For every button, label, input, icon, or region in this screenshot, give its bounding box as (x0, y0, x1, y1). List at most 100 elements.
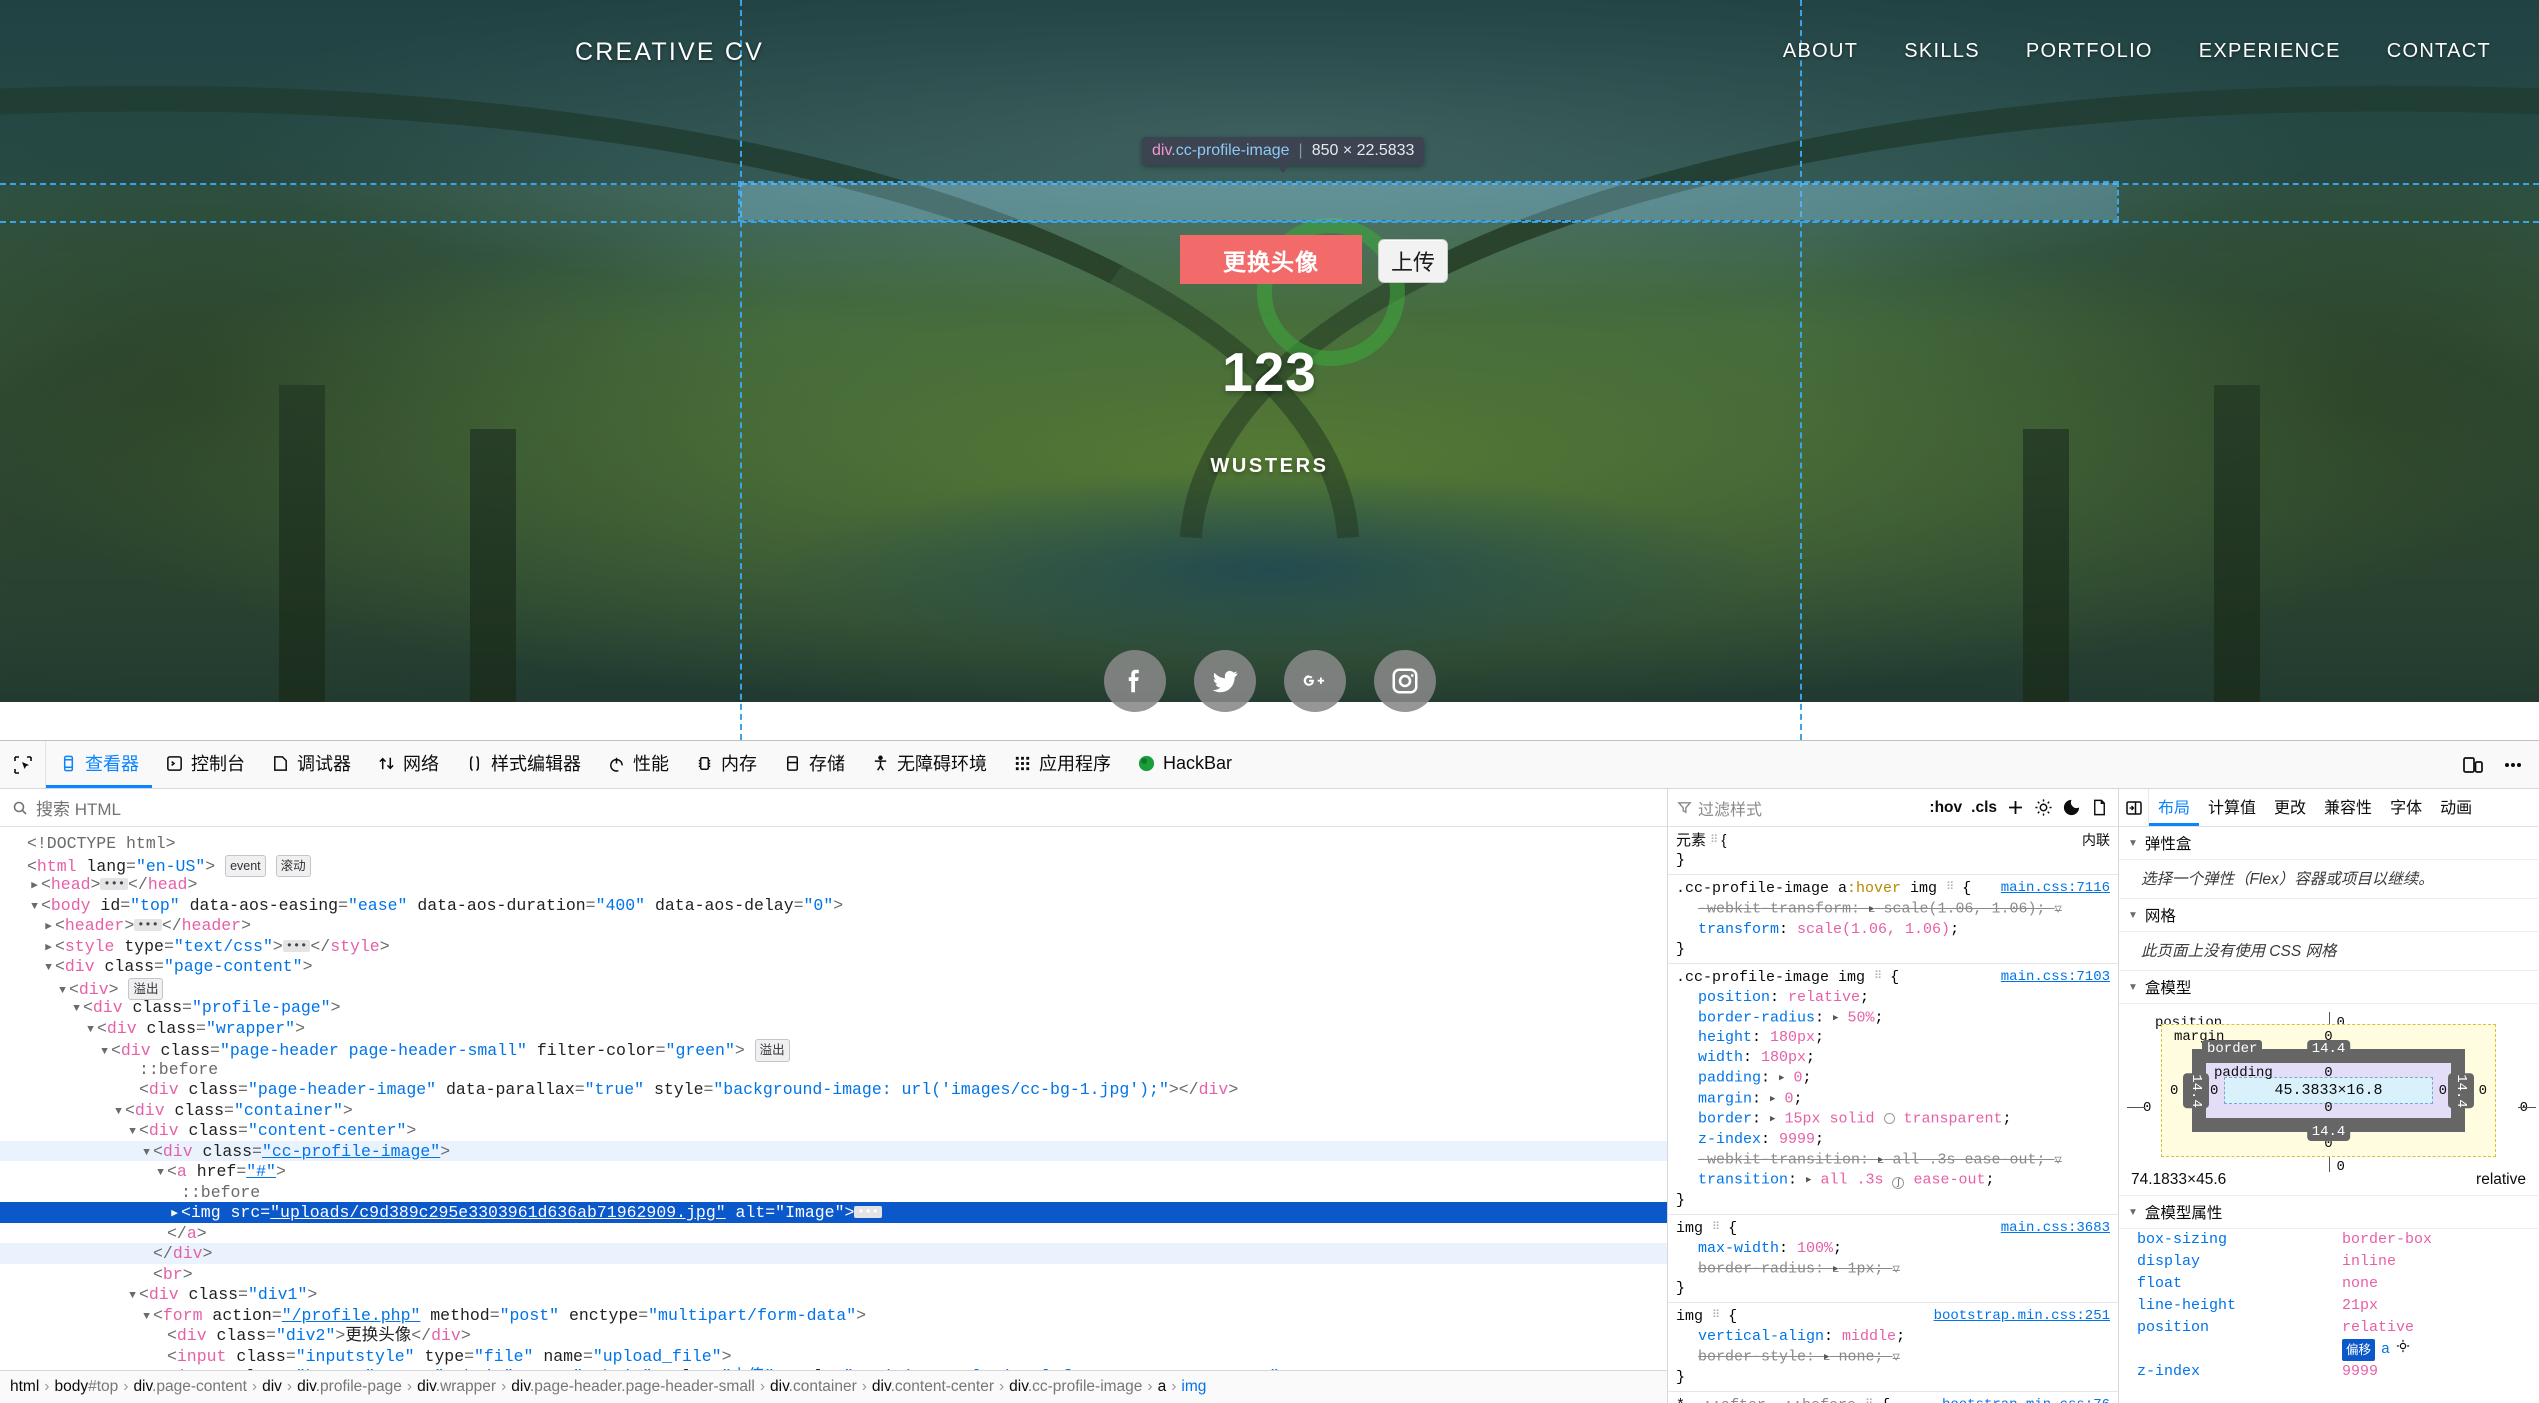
markup-row[interactable]: ▼ <a href="#"> (0, 1161, 1667, 1182)
twisty-collapsed-icon[interactable]: ▶ (42, 938, 55, 959)
google-plus-icon[interactable] (1283, 650, 1346, 712)
css-declaration[interactable]: -webkit-transform: ▶ scale(1.06, 1.06); … (1676, 899, 2118, 920)
markup-row[interactable]: <div class="div2">更换头像</div> (0, 1325, 1667, 1346)
print-simulation-button[interactable] (2090, 798, 2109, 817)
markup-tree[interactable]: <!DOCTYPE html> <html lang="en-US"> event… (0, 827, 1667, 1370)
css-declaration[interactable]: width: 180px; (1676, 1048, 2118, 1068)
rule-source-link[interactable]: main.css:7103 (2001, 967, 2110, 988)
layout-tab-compatibility[interactable]: 兼容性 (2315, 789, 2381, 826)
css-declaration[interactable]: border: ▶ 15px solid transparent; (1676, 1109, 2118, 1130)
meatball-menu-icon[interactable] (2501, 753, 2525, 777)
markup-row[interactable]: ▼ <form action="/profile.php" method="pos… (0, 1305, 1667, 1326)
layout-tab-computed[interactable]: 计算值 (2199, 789, 2265, 826)
offset-parent-tag[interactable]: a (2381, 1339, 2390, 1361)
grid-section-header[interactable]: ▼ 网格 (2119, 899, 2538, 932)
markup-row[interactable]: ▼ <div class="wrapper"> (0, 1018, 1667, 1039)
facebook-icon[interactable] (1103, 650, 1166, 712)
box-model-border-right[interactable]: 14.4 (2448, 1072, 2474, 1109)
box-model-position-bottom[interactable]: 0 (2337, 1159, 2345, 1175)
rule-source-link[interactable]: bootstrap.min.css:76 (1942, 1395, 2110, 1403)
markup-row[interactable]: ▼ <div class="page-content"> (0, 956, 1667, 977)
breadcrumb-item-div[interactable]: div.container (770, 1378, 857, 1396)
tab-storage[interactable]: 存储 (770, 741, 858, 788)
upload-submit-button[interactable]: 上传 (1378, 239, 1449, 283)
markup-row[interactable]: ▼ <div class="profile-page"> (0, 997, 1667, 1018)
pane-expand-icon[interactable] (2119, 789, 2149, 826)
tab-debugger[interactable]: 调试器 (258, 741, 364, 788)
css-declaration[interactable]: transition: ▶ all .3s ∫ ease-out; (1676, 1170, 2118, 1191)
element-picker-icon[interactable] (0, 741, 46, 788)
twisty-expanded-icon[interactable]: ▼ (140, 1307, 153, 1328)
box-model-diagram[interactable]: position 0 0 0 0 margin 0 0 0 0 border 1… (2119, 1004, 2538, 1175)
box-model-position-right[interactable]: 0 (2520, 1100, 2528, 1116)
pseudo-class-button[interactable]: :hov (1929, 799, 1962, 817)
breadcrumb-item-div[interactable]: div.cc-profile-image (1009, 1378, 1142, 1396)
markup-row[interactable]: <br> (0, 1264, 1667, 1285)
layout-tab-fonts[interactable]: 字体 (2381, 789, 2431, 826)
instagram-icon[interactable] (1373, 650, 1436, 712)
twisty-collapsed-icon[interactable]: ▶ (168, 1204, 181, 1225)
tab-memory[interactable]: 内存 (682, 741, 770, 788)
change-avatar-button[interactable]: 更换头像 (1180, 235, 1362, 284)
site-brand[interactable]: CREATIVE CV (575, 38, 764, 67)
css-declaration[interactable]: vertical-align: middle; (1676, 1327, 2118, 1347)
target-icon[interactable] (2396, 1339, 2410, 1361)
twisty-expanded-icon[interactable]: ▼ (126, 1122, 139, 1143)
twisty-expanded-icon[interactable]: ▼ (112, 1102, 125, 1123)
twisty-expanded-icon[interactable]: ▼ (154, 1163, 167, 1184)
breadcrumb-item-div[interactable]: div.content-center (872, 1378, 994, 1396)
css-declaration[interactable]: padding: ▶ 0; (1676, 1068, 2118, 1089)
tab-network[interactable]: 网络 (364, 741, 452, 788)
twisty-expanded-icon[interactable]: ▼ (70, 999, 83, 1020)
twisty-expanded-icon[interactable]: ▼ (42, 958, 55, 979)
box-model-padding-top[interactable]: 0 (2324, 1065, 2332, 1081)
markup-row[interactable]: <div class="page-header-image" data-para… (0, 1079, 1667, 1100)
rules-filter-input[interactable]: 过滤样式 (1677, 796, 1920, 820)
nav-item-skills[interactable]: SKILLS (1904, 40, 1980, 63)
markup-row[interactable]: ::before (0, 1059, 1667, 1080)
css-declaration[interactable]: margin: ▶ 0; (1676, 1089, 2118, 1110)
rule-source-link[interactable]: main.css:7116 (2001, 878, 2110, 899)
twitter-icon[interactable] (1193, 650, 1256, 712)
markup-row[interactable]: ▼ <div class="container"> (0, 1100, 1667, 1121)
rule-element-inline[interactable]: 元素 ⠿ {内联} (1668, 827, 2118, 875)
twisty-collapsed-icon[interactable]: ▶ (42, 917, 55, 938)
box-properties-header[interactable]: ▼ 盒模型属性 (2119, 1195, 2538, 1229)
nav-item-about[interactable]: ABOUT (1783, 40, 1858, 63)
twisty-expanded-icon[interactable]: ▼ (126, 1286, 139, 1307)
markup-row[interactable]: </a> (0, 1223, 1667, 1244)
layout-tab-layout[interactable]: 布局 (2149, 789, 2200, 826)
tab-application[interactable]: 应用程序 (1000, 741, 1124, 788)
rule-source-link[interactable]: main.css:3683 (2001, 1218, 2110, 1239)
breadcrumb-item-html[interactable]: html (10, 1378, 39, 1396)
breadcrumb-item-body[interactable]: body#top (54, 1378, 118, 1396)
light-scheme-button[interactable] (2034, 798, 2053, 817)
css-declaration[interactable]: transform: scale(1.06, 1.06); (1676, 920, 2118, 940)
markup-row[interactable]: <input class="button" type="submit" name… (0, 1366, 1667, 1370)
css-rule[interactable]: img ⠿ {main.css:3683 max-width: 100%; bord… (1668, 1215, 2118, 1303)
markup-row[interactable]: <html lang="en-US"> event 滚动 (0, 854, 1667, 877)
layout-tab-animations[interactable]: 动画 (2431, 789, 2481, 826)
markup-row[interactable]: ▼ <div> 溢出 (0, 977, 1667, 1000)
markup-row[interactable]: ▶ <header> ••• </header> (0, 915, 1667, 936)
markup-row[interactable]: ▼ <body id="top" data-aos-easing="ease" d… (0, 895, 1667, 916)
twisty-collapsed-icon[interactable]: ▶ (28, 876, 41, 897)
box-model-margin-right[interactable]: 0 (2479, 1083, 2487, 1099)
box-model-padding-left[interactable]: 0 (2210, 1083, 2218, 1099)
box-model-position-left[interactable]: 0 (2143, 1100, 2151, 1116)
css-declaration[interactable]: max-width: 100%; (1676, 1239, 2118, 1259)
markup-row[interactable]: ▼ <div class="cc-profile-image"> (0, 1140, 1667, 1164)
breadcrumb-item-div[interactable]: div.page-content (133, 1378, 246, 1396)
css-declaration[interactable]: z-index: 9999; (1676, 1130, 2118, 1150)
css-rule[interactable]: *, ::after, ::before ⠿ {bootstrap.min.cs… (1668, 1392, 2118, 1403)
markup-row[interactable]: <input class="inputstyle" type="file" na… (0, 1346, 1667, 1367)
tab-console[interactable]: 控制台 (152, 741, 258, 788)
flexbox-section-header[interactable]: ▼ 弹性盒 (2119, 827, 2538, 860)
css-declaration[interactable]: position: relative; (1676, 988, 2118, 1008)
breadcrumb-item-a[interactable]: a (1158, 1378, 1167, 1396)
markup-search-bar[interactable]: 搜索 HTML (0, 789, 1667, 827)
markup-row[interactable]: ▼ <div class="page-header page-header-sma… (0, 1038, 1667, 1062)
twisty-expanded-icon[interactable]: ▼ (140, 1143, 153, 1164)
markup-row[interactable]: ::before (0, 1182, 1667, 1203)
nav-item-portfolio[interactable]: PORTFOLIO (2026, 40, 2153, 63)
